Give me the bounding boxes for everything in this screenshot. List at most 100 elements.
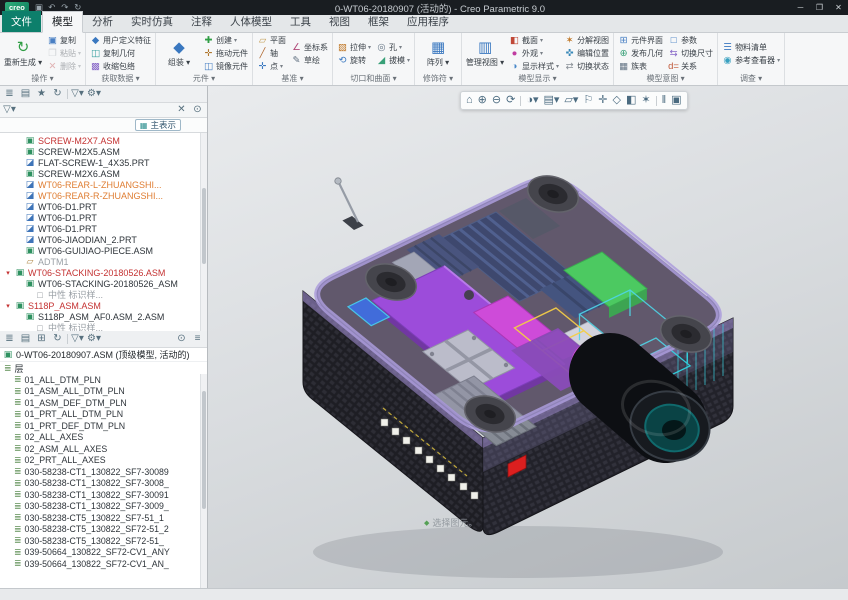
button-坐标系[interactable]: ∠ 坐标系: [289, 41, 330, 54]
datum-display-icon[interactable]: ▱▾: [564, 92, 578, 109]
layer-item[interactable]: ≣ 030-58238-CT1_130822_SF7-30089: [0, 466, 207, 478]
zoom-in-icon[interactable]: ⊕: [478, 92, 487, 109]
ribbon-group-label-操作[interactable]: 操作 ▾: [2, 73, 83, 85]
ribbon-group-label-调查[interactable]: 调查 ▾: [720, 73, 782, 85]
layer-tree-model-row[interactable]: ▣ 0-WT06-20180907.ASM (顶级模型, 活动的): [0, 348, 207, 362]
layer-item[interactable]: ≣ 030-58238-CT5_130822_SF72-51_2: [0, 524, 207, 536]
tree-item[interactable]: ◪ WT06-REAR-R-ZHUANGSHI...: [0, 190, 207, 201]
button-切换尺寸[interactable]: ⇆ 切换尺寸: [666, 47, 715, 60]
pause-icon[interactable]: ‖: [662, 92, 667, 109]
minimize-button[interactable]: ─: [791, 3, 810, 12]
button-复制几何[interactable]: ◫ 复制几何: [88, 47, 153, 60]
representation-chip[interactable]: ▦ 主表示: [134, 119, 181, 131]
layer-item[interactable]: ≣ 039-50664_130822_SF72-CV1_AN_: [0, 558, 207, 570]
tree-item[interactable]: ▣ SCREW-M2X6.ASM: [0, 168, 207, 179]
spin-center-icon[interactable]: ✛: [598, 92, 607, 109]
button-平面[interactable]: ▱ 平面: [255, 34, 288, 47]
button-用户定义特征[interactable]: ◆ 用户定义特征: [88, 34, 153, 47]
model-viewport[interactable]: [208, 86, 848, 588]
tree-item[interactable]: ◪ FLAT-SCREW-1_4X35.PRT: [0, 157, 207, 168]
tree-item[interactable]: ▾ ▣ S118P_ASM.ASM: [0, 300, 207, 311]
button-编辑位置[interactable]: ✜ 编辑位置: [562, 47, 611, 60]
display-style-icon[interactable]: ◑▾: [526, 92, 538, 109]
tab-框架[interactable]: 框架: [359, 12, 398, 32]
button-发布几何[interactable]: ⊕ 发布几何: [616, 47, 665, 60]
button-草绘[interactable]: ✎ 草绘: [289, 54, 330, 67]
button-点[interactable]: ✛ 点 ▾: [255, 60, 288, 73]
tree-item[interactable]: ▣ SCREW-M2X5.ASM: [0, 146, 207, 157]
button-截面[interactable]: ◧ 截面 ▾: [507, 34, 561, 47]
layer-item[interactable]: ≣ 039-50664_130822_SF72-CV1_ANY: [0, 547, 207, 559]
button-拉伸[interactable]: ▧ 拉伸 ▾: [335, 41, 373, 54]
tab-应用程序[interactable]: 应用程序: [398, 12, 458, 32]
zoom-out-icon[interactable]: ⊖: [492, 92, 501, 109]
ribbon-group-label-模型意图[interactable]: 模型意图 ▾: [616, 73, 715, 85]
tab-模型[interactable]: 模型: [42, 11, 83, 33]
settings-icon[interactable]: ⚙▾: [87, 88, 101, 100]
ribbon-group-label-基准[interactable]: 基准 ▾: [255, 73, 330, 85]
layer-item[interactable]: ≣ 02_PRT_ALL_AXES: [0, 455, 207, 467]
folder-browser-icon[interactable]: ▤: [19, 88, 32, 100]
button-外观[interactable]: ● 外观 ▾: [507, 47, 561, 60]
filter-icon[interactable]: ▽▾: [71, 333, 84, 345]
tree-item[interactable]: ▾ ▣ WT06-STACKING-20180526.ASM: [0, 267, 207, 278]
refit-icon[interactable]: ⌂: [466, 92, 473, 109]
button-分解视图[interactable]: ✶ 分解视图: [562, 34, 611, 47]
button-收缩包络[interactable]: ▩ 收缩包络: [88, 60, 153, 73]
refresh-icon[interactable]: ↻: [51, 333, 64, 345]
section-icon[interactable]: ◧: [626, 92, 636, 109]
layer-item[interactable]: ≣ 030-58238-CT1_130822_SF7-3009_: [0, 501, 207, 513]
maximize-button[interactable]: ❐: [810, 3, 829, 12]
layer-item[interactable]: ≣ 02_ASM_ALL_AXES: [0, 443, 207, 455]
tree-item[interactable]: ▱ ADTM1: [0, 256, 207, 267]
saved-orientations-icon[interactable]: ▤▾: [543, 92, 559, 109]
tree-item[interactable]: ▣ WT06-STACKING-20180526_ASM: [0, 278, 207, 289]
layer-item[interactable]: ≣ 030-58238-CT1_130822_SF7-30091: [0, 489, 207, 501]
layer-item[interactable]: ≣ 01_ASM_DEF_DTM_PLN: [0, 397, 207, 409]
tab-人体模型[interactable]: 人体模型: [221, 12, 281, 32]
menu-icon[interactable]: ≡: [191, 333, 204, 345]
settings-icon[interactable]: ⚙▾: [87, 333, 101, 345]
button-删除[interactable]: ✕ 删除 ▾: [45, 60, 83, 73]
model-tree-tab-icon[interactable]: ≣: [3, 88, 16, 100]
tree-item[interactable]: □ 中性 标识样...: [0, 322, 207, 332]
tree-item[interactable]: ▣ SCREW-M2X7.ASM: [0, 135, 207, 146]
perspective-icon[interactable]: ◇: [612, 92, 620, 109]
favorites-icon[interactable]: ★: [35, 88, 48, 100]
tree-item[interactable]: ▣ WT06-GUIJIAO-PIECE.ASM: [0, 245, 207, 256]
layer-item[interactable]: ≣ 030-58238-CT1_130822_SF7-3008_: [0, 478, 207, 490]
tab-视图[interactable]: 视图: [320, 12, 359, 32]
layer-item[interactable]: ≣ 01_ASM_ALL_DTM_PLN: [0, 386, 207, 398]
graphics-area[interactable]: ⌂ ⊕ ⊖ ⟳ ◑▾ ▤▾ ▱▾ ⚐ ✛ ◇ ◧ ✶ ‖ ▣ ◆ 选择图元。: [208, 86, 848, 588]
views-icon[interactable]: ▤: [19, 333, 32, 345]
button-轴[interactable]: ╱ 轴: [255, 47, 288, 60]
layer-tree-scrollbar[interactable]: [200, 374, 207, 588]
button-镜像元件[interactable]: ◫ 镜像元件: [201, 60, 250, 73]
layer-section-header[interactable]: ≣ 层: [0, 362, 207, 374]
button-组装[interactable]: ◆ 组装 ▾: [158, 34, 200, 73]
button-元件界面[interactable]: ⊞ 元件界面: [616, 34, 665, 47]
repaint-icon[interactable]: ⟳: [506, 92, 515, 109]
tree-item[interactable]: ◪ WT06-D1.PRT: [0, 201, 207, 212]
tree-item[interactable]: □ 中性 标识样...: [0, 289, 207, 301]
tab-工具[interactable]: 工具: [281, 12, 320, 32]
search-icon[interactable]: ⊙: [175, 333, 188, 345]
show-menu-icon[interactable]: ▽▾: [71, 88, 84, 100]
tab-分析[interactable]: 分析: [83, 12, 122, 32]
button-创建[interactable]: ✚ 创建 ▾: [201, 34, 250, 47]
search-icon[interactable]: ⊙: [191, 104, 204, 116]
tab-实时仿真[interactable]: 实时仿真: [122, 12, 182, 32]
history-icon[interactable]: ↻: [51, 88, 64, 100]
button-重新生成[interactable]: ↻ 重新生成 ▾: [2, 34, 44, 73]
button-物料清单[interactable]: ☰ 物料清单: [720, 41, 782, 54]
ribbon-group-label-修饰符[interactable]: 修饰符 ▾: [417, 73, 459, 85]
button-阵列[interactable]: ▦ 阵列 ▾: [417, 34, 459, 73]
select-box-icon[interactable]: ▣: [671, 92, 681, 109]
explode-icon[interactable]: ✶: [641, 92, 650, 109]
ribbon-group-label-切口和曲面[interactable]: 切口和曲面 ▾: [335, 73, 412, 85]
close-button[interactable]: ✕: [829, 3, 848, 12]
ribbon-group-label-获取数据[interactable]: 获取数据 ▾: [88, 73, 153, 85]
button-显示样式[interactable]: ◑ 显示样式 ▾: [507, 60, 561, 73]
button-族表[interactable]: ▦ 族表: [616, 60, 665, 73]
layer-item[interactable]: ≣ 030-58238-CT5_130822_SF7-51_1: [0, 512, 207, 524]
